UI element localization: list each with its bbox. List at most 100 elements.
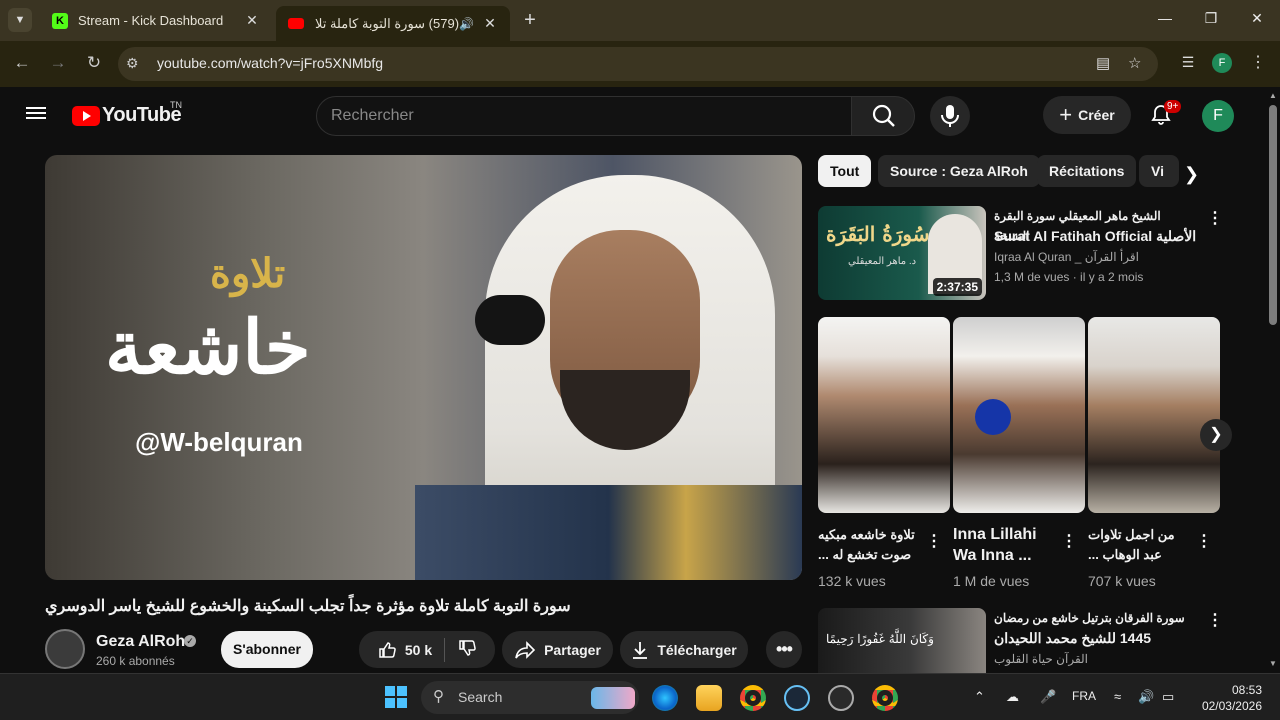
video-title: سورة التوبة كاملة تلاوة مؤثرة جداً تجلب … xyxy=(45,598,571,615)
search-icon: ⚲ xyxy=(433,688,444,705)
video-player[interactable]: تلاوة خاشعة @W-belquran xyxy=(45,155,802,580)
volume-icon[interactable]: 🔊 xyxy=(1138,689,1154,705)
create-button[interactable]: + Créer xyxy=(1043,96,1131,134)
scroll-down-icon[interactable]: ▼ xyxy=(1269,659,1277,668)
subscribe-button[interactable]: S'abonner xyxy=(221,631,313,668)
recommended-title-line2[interactable]: Surat Al Fatihah Official الأصلية ... xyxy=(994,226,1199,246)
reload-button[interactable]: ↻ xyxy=(82,53,106,73)
short-title-1b[interactable]: صوت تخشع له ... xyxy=(818,545,923,565)
install-app-icon[interactable]: ▤ xyxy=(1096,54,1110,72)
more-vertical-icon[interactable]: ⋮ xyxy=(1207,208,1223,228)
media-control-icon[interactable]: ☰ xyxy=(1176,54,1200,71)
like-button[interactable]: 50 k xyxy=(377,637,446,662)
short-title-2a[interactable]: Inna Lillahi xyxy=(953,525,1037,545)
channel-name[interactable]: Geza AlRoh xyxy=(96,633,185,651)
voice-search-button[interactable] xyxy=(930,96,970,136)
chevron-right-icon[interactable]: ❯ xyxy=(1184,164,1199,185)
share-label: Partager xyxy=(544,641,601,658)
youtube-logo[interactable]: YouTube TN xyxy=(72,100,182,127)
chip-next-partial[interactable]: Vi xyxy=(1139,155,1179,187)
more-horizontal-icon: ••• xyxy=(776,639,793,659)
thumbnail-subtitle: د. ماهر المعيقلي xyxy=(848,256,917,267)
more-vertical-icon[interactable]: ⋮ xyxy=(926,531,942,551)
back-button[interactable]: ← xyxy=(10,53,34,73)
scrollbar-thumb[interactable] xyxy=(1269,105,1277,325)
search-box[interactable] xyxy=(316,96,852,136)
app-icon[interactable] xyxy=(828,685,854,711)
recommended-thumbnail-2[interactable]: وَكَانَ اللَّهُ غَفُورًا رَحِيمًا xyxy=(818,608,986,673)
youtube-favicon-icon xyxy=(288,18,304,29)
windows-start-icon[interactable] xyxy=(385,686,407,708)
language-indicator[interactable]: FRA xyxy=(1072,689,1096,703)
tab-search-button[interactable]: ▼ xyxy=(8,8,32,32)
clock-time: 08:53 xyxy=(1231,683,1262,697)
chrome-icon[interactable] xyxy=(740,685,766,711)
search-highlight-image xyxy=(591,687,635,709)
guide-menu-icon[interactable] xyxy=(26,105,46,121)
new-tab-button[interactable]: + xyxy=(520,10,540,30)
site-info-icon[interactable]: ⚙ xyxy=(126,55,139,72)
like-dislike-group: 50 k xyxy=(359,631,495,668)
url-text[interactable]: youtube.com/watch?v=jFro5XNMbfg xyxy=(157,55,383,71)
short-title-3b[interactable]: عبد الوهاب ... xyxy=(1088,545,1176,565)
battery-icon[interactable]: ▭ xyxy=(1162,689,1174,705)
short-thumbnail-2[interactable] xyxy=(953,317,1085,513)
file-explorer-icon[interactable] xyxy=(696,685,722,711)
address-bar[interactable]: ⚙ youtube.com/watch?v=jFro5XNMbfg ▤ ☆ xyxy=(118,47,1158,81)
search-input[interactable] xyxy=(331,107,831,125)
shorts-next-button[interactable]: ❯ xyxy=(1200,419,1232,451)
search-icon xyxy=(872,104,895,127)
recommended-2-channel[interactable]: القرآن حياة القلوب xyxy=(994,652,1088,666)
bookmark-star-icon[interactable]: ☆ xyxy=(1128,54,1141,72)
youtube-play-icon xyxy=(72,105,100,126)
speaker-icon[interactable]: 🔊 xyxy=(459,17,474,31)
channel-avatar[interactable] xyxy=(45,629,85,669)
verified-icon: ✓ xyxy=(184,635,196,647)
share-button[interactable]: Partager xyxy=(502,631,613,668)
notifications-button[interactable]: 9+ xyxy=(1150,100,1182,126)
restore-button[interactable]: ❐ xyxy=(1196,10,1226,27)
taskbar-search[interactable]: ⚲ Search xyxy=(421,681,639,714)
forward-button[interactable]: → xyxy=(46,53,70,73)
tab-youtube[interactable]: (579) سورة التوبة كاملة تلاوة 🔊 ✕ xyxy=(276,6,510,41)
chip-all[interactable]: Tout xyxy=(818,155,872,187)
dislike-button[interactable] xyxy=(453,638,477,661)
recommended-2-title-line2[interactable]: 1445 للشيخ محمد اللحيدان xyxy=(994,628,1194,648)
download-button[interactable]: Télécharger xyxy=(620,631,748,668)
chip-recitations[interactable]: Récitations xyxy=(1037,155,1137,187)
browser-menu-icon[interactable]: ⋮ xyxy=(1250,52,1266,72)
close-window-button[interactable]: ✕ xyxy=(1242,10,1272,27)
more-vertical-icon[interactable]: ⋮ xyxy=(1061,531,1077,551)
short-title-1a[interactable]: تلاوة خاشعه مبكيه xyxy=(818,525,923,545)
short-title-2b[interactable]: Wa Inna ... xyxy=(953,546,1032,566)
more-actions-button[interactable]: ••• xyxy=(766,631,802,668)
scroll-up-icon[interactable]: ▲ xyxy=(1269,91,1277,100)
close-tab-icon[interactable]: ✕ xyxy=(482,15,498,32)
chip-source-channel[interactable]: Source : Geza AlRoh xyxy=(878,155,1040,187)
edge-browser-icon[interactable] xyxy=(652,685,678,711)
short-thumbnail-1[interactable] xyxy=(818,317,950,513)
wifi-icon[interactable]: ≈ xyxy=(1114,689,1121,704)
recommended-2-title-line1[interactable]: سورة الفرقان بترتيل خاشع من رمضان xyxy=(994,608,1194,628)
microphone-icon xyxy=(941,105,959,127)
browser-profile-avatar[interactable]: F xyxy=(1212,53,1232,73)
steam-icon[interactable] xyxy=(784,685,810,711)
minimize-button[interactable]: — xyxy=(1150,10,1180,26)
chevron-up-icon[interactable]: ⌃ xyxy=(974,689,985,705)
recommended-channel[interactable]: Iqraa Al Quran _ اقرأ القرآن xyxy=(994,250,1139,264)
chrome-profile-icon[interactable] xyxy=(872,685,898,711)
recommended-thumbnail[interactable]: سُورَةُ البَقَرَة د. ماهر المعيقلي 2:37:… xyxy=(818,206,986,300)
search-button[interactable] xyxy=(851,96,915,136)
short-title-3a[interactable]: من اجمل تلاوات xyxy=(1088,525,1176,545)
tab-kick-dashboard[interactable]: K Stream - Kick Dashboard ✕ xyxy=(40,4,272,37)
more-vertical-icon[interactable]: ⋮ xyxy=(1207,610,1223,630)
microphone-icon[interactable]: 🎤 xyxy=(1040,689,1056,705)
close-tab-icon[interactable]: ✕ xyxy=(244,12,260,29)
page-scrollbar[interactable]: ▲ ▼ xyxy=(1266,87,1280,673)
account-avatar[interactable]: F xyxy=(1202,100,1234,132)
short-thumbnail-3[interactable] xyxy=(1088,317,1220,513)
more-vertical-icon[interactable]: ⋮ xyxy=(1196,531,1212,551)
onedrive-icon[interactable]: ☁ xyxy=(1006,689,1019,705)
clock[interactable]: 08:53 02/03/2026 xyxy=(1194,682,1262,714)
video-frame-mantle xyxy=(415,485,802,580)
